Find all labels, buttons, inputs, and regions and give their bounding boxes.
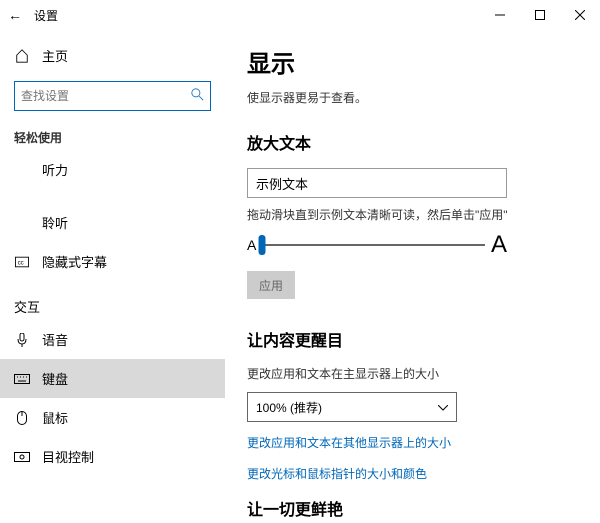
slider-hint: 拖动滑块直到示例文本清晰可读，然后单击"应用": [247, 206, 578, 223]
cc-icon: cc: [14, 256, 30, 268]
sample-text: 示例文本: [256, 174, 308, 193]
chevron-down-icon: [438, 400, 448, 414]
page-title: 显示: [247, 44, 578, 79]
search-field[interactable]: [21, 89, 191, 103]
back-button[interactable]: ←: [0, 0, 30, 30]
scale-description: 更改应用和文本在主显示器上的大小: [247, 365, 578, 382]
text-size-slider[interactable]: A A: [247, 231, 507, 259]
mouse-icon: [14, 411, 30, 425]
nav-label: 鼠标: [42, 408, 68, 427]
nav-label: 听力: [42, 160, 68, 179]
sample-text-box: 示例文本: [247, 168, 507, 198]
home-button[interactable]: 主页: [0, 38, 225, 73]
page-subtitle: 使显示器更易于查看。: [247, 89, 578, 106]
home-label: 主页: [42, 46, 68, 65]
category-interaction: 交互: [0, 281, 225, 320]
nav-label: 目视控制: [42, 447, 94, 466]
svg-text:cc: cc: [18, 259, 24, 266]
home-icon: [14, 49, 30, 63]
category-label: 交互: [14, 297, 40, 316]
nav-label: 聆听: [42, 213, 68, 232]
nav-closed-caption[interactable]: cc 隐藏式字幕: [0, 242, 225, 281]
search-input[interactable]: [14, 81, 211, 111]
nav-keyboard[interactable]: 键盘: [0, 359, 225, 398]
apply-button[interactable]: 应用: [247, 271, 295, 299]
nav-eye-control[interactable]: 目视控制: [0, 437, 225, 476]
link-cursor-size[interactable]: 更改光标和鼠标指针的大小和颜色: [247, 465, 578, 482]
nav-hearing[interactable]: 听力: [0, 150, 225, 189]
slider-min-label: A: [247, 237, 256, 253]
nav-label: 隐藏式字幕: [42, 252, 107, 271]
sidebar: 主页 轻松使用 听力 聆听 cc 隐藏式字幕 交互: [0, 30, 225, 523]
slider-max-label: A: [491, 231, 507, 259]
link-other-display-scale[interactable]: 更改应用和文本在其他显示器上的大小: [247, 434, 578, 451]
section-magnify-text: 放大文本: [247, 130, 578, 154]
slider-thumb[interactable]: [259, 235, 266, 255]
keyboard-icon: [14, 374, 30, 384]
section-vivid: 让一切更鲜艳: [247, 496, 578, 520]
section-content-prominent: 让内容更醒目: [247, 327, 578, 351]
titlebar: ← 设置: [0, 0, 600, 30]
scale-value: 100% (推荐): [256, 399, 322, 416]
microphone-icon: [14, 333, 30, 347]
eye-icon: [14, 452, 30, 462]
nav-speech[interactable]: 语音: [0, 320, 225, 359]
nav-label: 键盘: [42, 369, 68, 388]
nav-audio[interactable]: 聆听: [0, 203, 225, 242]
category-ease-of-access: 轻松使用: [0, 119, 225, 150]
minimize-button[interactable]: [480, 0, 520, 30]
maximize-button[interactable]: [520, 0, 560, 30]
close-button[interactable]: [560, 0, 600, 30]
slider-track[interactable]: [262, 244, 485, 246]
main-content: 显示 使显示器更易于查看。 放大文本 示例文本 拖动滑块直到示例文本清晰可读，然…: [225, 30, 600, 523]
nav-mouse[interactable]: 鼠标: [0, 398, 225, 437]
search-icon: [191, 88, 204, 104]
scale-dropdown[interactable]: 100% (推荐): [247, 392, 457, 422]
window-title: 设置: [34, 7, 58, 24]
nav-label: 语音: [42, 330, 68, 349]
